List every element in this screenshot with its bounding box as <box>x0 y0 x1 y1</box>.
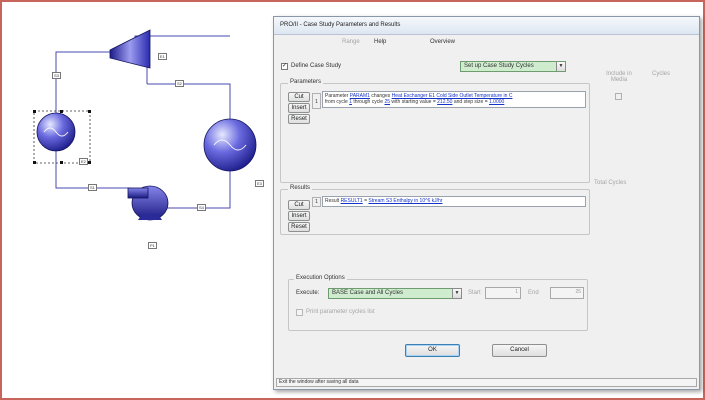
start-label: Start <box>468 290 481 296</box>
unit-label-p1[interactable]: P1 <box>148 242 157 249</box>
execution-options-title: Execution Options <box>294 275 347 281</box>
parameter-row[interactable]: Parameter PARAM1 changes Heat Exchanger … <box>322 91 586 108</box>
menu-range[interactable]: Range <box>342 39 360 45</box>
setup-cycles-select[interactable]: Set up Case Study Cycles ▼ <box>460 61 566 72</box>
ok-button[interactable]: OK <box>405 344 460 357</box>
result-name-link[interactable]: RESULT1 <box>341 198 363 204</box>
result-text-prefix: Result <box>325 198 341 204</box>
param-start-value-link[interactable]: 212.50 <box>437 99 452 105</box>
include-in-media-label: Include in Media <box>606 71 632 83</box>
cancel-button[interactable]: Cancel <box>492 344 547 357</box>
param-text-step: and step size = <box>452 99 490 105</box>
execute-label: Execute: <box>296 290 320 296</box>
print-cycles-checkbox[interactable] <box>296 309 303 316</box>
total-cycles-label: Total Cycles <box>594 180 627 186</box>
stream-label-s2[interactable]: S2 <box>175 80 184 87</box>
stream-label-s3[interactable]: S3 <box>52 72 61 79</box>
case-study-dialog: PRO/II - Case Study Parameters and Resul… <box>273 16 700 390</box>
dialog-titlebar[interactable]: PRO/II - Case Study Parameters and Resul… <box>274 17 699 35</box>
chevron-down-icon: ▼ <box>556 62 565 71</box>
param-step-size-link[interactable]: 1.0000 <box>489 99 504 105</box>
menu-help[interactable]: Help <box>374 39 386 45</box>
result-target-link[interactable]: Stream S3 Enthalpy in 10^6 kJ/hr <box>368 198 442 204</box>
end-input[interactable]: 25 <box>550 287 584 299</box>
start-input[interactable]: 1 <box>485 287 521 299</box>
turbine-unit[interactable] <box>109 29 151 69</box>
execute-value: BASE Case and All Cycles <box>332 290 404 296</box>
execute-select[interactable]: BASE Case and All Cycles <box>328 288 460 299</box>
stream-label-s4[interactable]: S4 <box>197 204 206 211</box>
flowsheet-canvas[interactable] <box>0 0 270 300</box>
result-insert-button[interactable]: Insert <box>288 211 310 221</box>
parameters-title: Parameters <box>288 79 324 85</box>
param-insert-button[interactable]: Insert <box>288 103 310 113</box>
results-title: Results <box>288 185 313 191</box>
cycles-column-label: Cycles <box>652 71 671 77</box>
dialog-title: PRO/II - Case Study Parameters and Resul… <box>280 22 401 28</box>
param-text-from-cycle: from cycle <box>325 99 350 105</box>
define-case-study-checkbox[interactable]: ✓ <box>281 63 288 70</box>
setup-cycles-value: Set up Case Study Cycles <box>464 63 534 69</box>
result-cut-button[interactable]: Cut <box>288 200 310 210</box>
param-cut-button[interactable]: Cut <box>288 92 310 102</box>
pump-unit[interactable] <box>127 185 169 221</box>
print-cycles-label: Print parameter cycles list <box>306 309 375 315</box>
chevron-down-icon: ▼ <box>453 289 461 298</box>
execute-dropdown-button[interactable]: ▼ <box>452 288 462 299</box>
heat-exchanger-unit-selected[interactable] <box>33 110 91 164</box>
status-bar: Exit the window after saving all data <box>276 378 697 387</box>
include-in-media-checkbox[interactable] <box>615 93 622 100</box>
unit-label-e3[interactable]: E3 <box>255 180 264 187</box>
result-reset-button[interactable]: Reset <box>288 222 310 232</box>
dialog-menu-bar: Range Help Overview <box>274 37 699 49</box>
param-text-through: through cycle <box>351 99 385 105</box>
unit-label-e1[interactable]: E1 <box>158 53 167 60</box>
define-case-study-label: Define Case Study <box>291 63 342 69</box>
param-text-start: with starting value = <box>390 99 438 105</box>
param-reset-button[interactable]: Reset <box>288 114 310 124</box>
execution-options-group <box>288 279 588 331</box>
end-label: End <box>528 290 539 296</box>
result-row[interactable]: Result RESULT1 = Stream S3 Enthalpy in 1… <box>322 196 586 207</box>
menu-overview[interactable]: Overview <box>430 39 455 45</box>
parameter-row-index: 1 <box>312 93 321 109</box>
unit-label-e2[interactable]: E2 <box>79 158 88 165</box>
result-row-index: 1 <box>312 197 321 207</box>
condenser-unit[interactable] <box>203 118 257 172</box>
stream-label-s1[interactable]: S1 <box>88 184 97 191</box>
